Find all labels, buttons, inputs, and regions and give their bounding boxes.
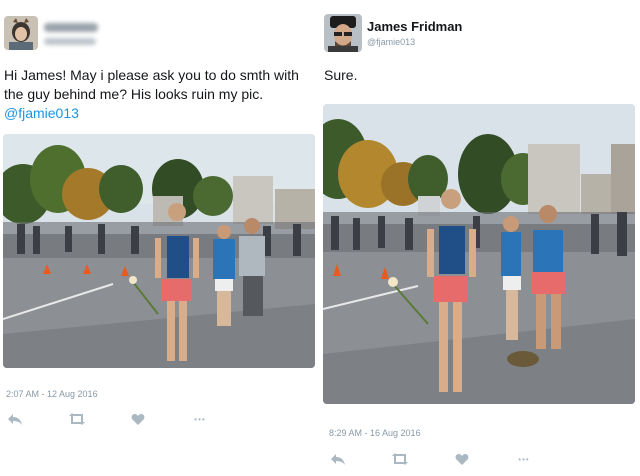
tweet-timestamp[interactable]: 8:29 AM - 16 Aug 2016 (329, 428, 421, 438)
retweet-icon[interactable] (390, 450, 410, 468)
like-icon[interactable] (128, 410, 148, 428)
tweet-text: Sure. (324, 67, 358, 83)
author-handle[interactable]: @fjamie013 (367, 37, 415, 47)
tweet-body: Hi James! May i please ask you to do smt… (4, 67, 299, 102)
tweet-actions: ••• (0, 410, 320, 430)
author-name-blurred (44, 23, 98, 32)
reply-icon[interactable] (5, 410, 25, 428)
tweet-timestamp[interactable]: 2:07 AM - 12 Aug 2016 (6, 389, 98, 399)
tweet-original: Hi James! May i please ask you to do smt… (0, 0, 320, 476)
tweet-reply: James Fridman @fjamie013 Sure. 8:29 AM -… (320, 0, 640, 476)
tweet-actions: ••• (320, 450, 640, 470)
tweet-photo[interactable] (3, 134, 315, 368)
tweet-photo[interactable] (323, 104, 635, 404)
mention-link[interactable]: @fjamie013 (4, 104, 318, 123)
author-name[interactable]: James Fridman (367, 19, 462, 34)
like-icon[interactable] (452, 450, 472, 468)
avatar[interactable] (4, 16, 38, 50)
avatar[interactable] (324, 14, 362, 52)
more-icon[interactable]: ••• (190, 410, 210, 428)
author-handle-blurred (44, 38, 96, 45)
tweet-text: Hi James! May i please ask you to do smt… (4, 66, 318, 123)
retweet-icon[interactable] (67, 410, 87, 428)
reply-icon[interactable] (328, 450, 348, 468)
more-icon[interactable]: ••• (514, 450, 534, 468)
